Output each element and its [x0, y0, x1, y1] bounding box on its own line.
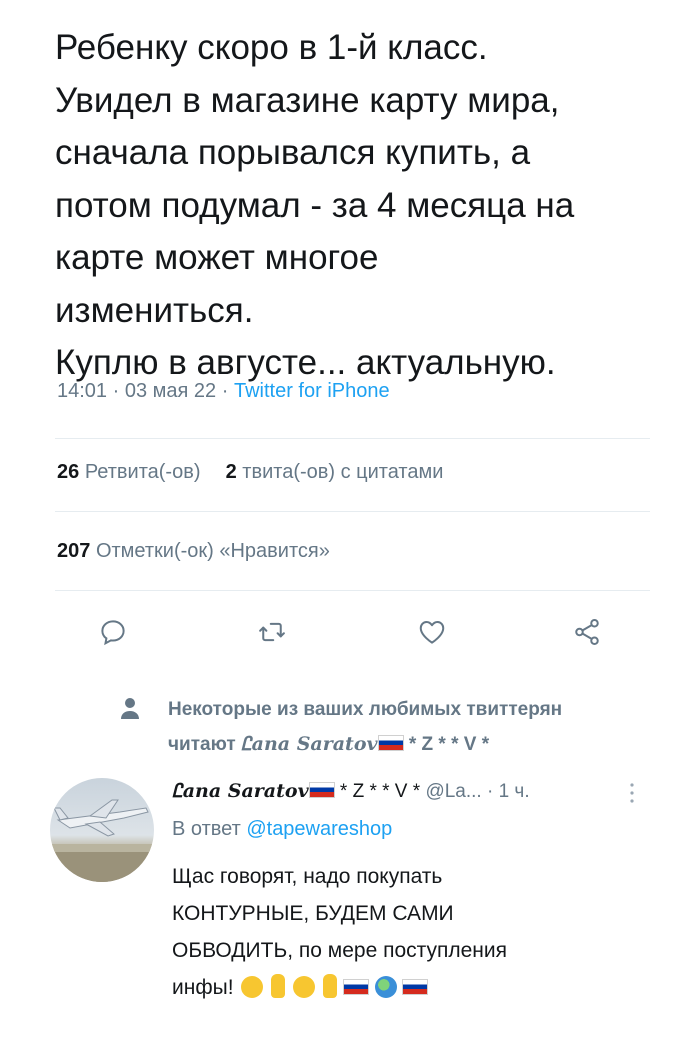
- meta-separator: ·: [221, 380, 229, 402]
- russia-flag-icon: [342, 979, 369, 995]
- reply-icon: [101, 620, 125, 646]
- reply-text: Щас говорят, надо покупать КОНТУРНЫЕ, БУ…: [172, 858, 632, 1006]
- share-icon: [575, 619, 599, 645]
- tweet-date[interactable]: 03 мая 22: [125, 380, 216, 402]
- retweet-stats: 26 Ретвита(-ов) 2 твита(-ов) с цитатами: [57, 461, 443, 484]
- airplane-icon: [50, 799, 154, 882]
- tweet-text: Ребенку скоро в 1-й класс. Увидел в мага…: [55, 22, 665, 390]
- tweet-time[interactable]: 14:01: [57, 380, 107, 402]
- divider: [55, 511, 650, 512]
- reply-header: Ꮭana Saratov * Z * * V * @La... · 1 ч.: [172, 780, 530, 803]
- tweet-text-line: Увидел в магазине карту мира,: [55, 80, 560, 120]
- reply-author-handle[interactable]: @La...: [425, 781, 481, 802]
- tweet-text-line: Ребенку скоро в 1-й класс.: [55, 28, 488, 67]
- quotes-stat[interactable]: 2 твита(-ов) с цитатами: [226, 461, 444, 483]
- heart-icon: [419, 621, 445, 644]
- tweet-text-line: потом подумал - за 4 месяца на: [55, 185, 575, 225]
- russia-flag-icon: [377, 735, 404, 751]
- tweet-source-link[interactable]: Twitter for iPhone: [234, 380, 390, 402]
- tweet-text-line: сначала порывался купить, а: [55, 133, 531, 172]
- tweet-text-line: измениться.: [55, 290, 254, 330]
- reply-text-line-last: инфы!: [172, 969, 632, 1006]
- likes-count: 207: [57, 540, 91, 562]
- social-context-prefix: читают: [168, 734, 236, 755]
- winking-face-emoji-icon: [293, 976, 316, 998]
- divider: [55, 438, 650, 439]
- pointing-up-emoji-icon: [271, 974, 286, 998]
- like-button[interactable]: [412, 612, 452, 652]
- reply-button[interactable]: [93, 612, 133, 652]
- retweets-count: 26: [57, 461, 80, 483]
- quotes-count: 2: [225, 461, 237, 483]
- person-icon: [121, 698, 139, 719]
- tweet-meta: 14:01 · 03 мая 22 · Twitter for iPhone: [57, 380, 390, 403]
- reply-to: В ответ @tapewareshop: [172, 818, 392, 841]
- thumbs-up-emoji-icon: [322, 974, 337, 998]
- divider: [55, 590, 650, 591]
- reply-to-label: В ответ: [172, 818, 241, 840]
- reply-text-line: КОНТУРНЫЕ, БУДЕМ САМИ: [172, 902, 454, 925]
- winking-face-emoji-icon: [241, 976, 264, 998]
- retweet-icon: [259, 622, 285, 642]
- globe-emoji-icon: [374, 976, 397, 998]
- avatar[interactable]: [50, 778, 154, 882]
- quotes-label: твита(-ов) с цитатами: [242, 461, 444, 483]
- reply-author-suffix: * Z * * V *: [339, 781, 421, 802]
- reply-text-line: ОБВОДИТЬ, по мере поступления: [172, 939, 507, 962]
- meta-separator: ·: [112, 380, 120, 402]
- retweet-button[interactable]: [252, 612, 292, 652]
- reply-text-line: инфы!: [172, 976, 234, 999]
- reply-text-line: Щас говорят, надо покупать: [172, 865, 443, 888]
- reply-to-handle[interactable]: @tapewareshop: [246, 818, 392, 840]
- tweet-actions: [0, 612, 700, 652]
- more-options-icon[interactable]: [628, 782, 636, 804]
- social-context-text[interactable]: Некоторые из ваших любимых твиттерян чит…: [168, 693, 668, 762]
- retweets-stat[interactable]: 26 Ретвита(-ов): [57, 461, 200, 483]
- social-context-suffix: * Z * * V *: [408, 734, 490, 755]
- likes-label: Отметки(-ок) «Нравится»: [95, 540, 330, 562]
- russia-flag-icon: [308, 782, 335, 798]
- social-context-line: Некоторые из ваших любимых твиттерян: [168, 699, 563, 720]
- reply-tweet[interactable]: Ꮭana Saratov * Z * * V * @La... · 1 ч. В…: [0, 770, 700, 1010]
- retweets-label: Ретвита(-ов): [84, 461, 201, 483]
- likes-stat[interactable]: 207 Отметки(-ок) «Нравится»: [57, 540, 330, 563]
- russia-flag-icon: [402, 979, 429, 995]
- reply-time[interactable]: · 1 ч.: [487, 781, 530, 802]
- share-button[interactable]: [567, 612, 607, 652]
- social-context-line: читают Ꮭana Saratov * Z * * V *: [168, 727, 668, 762]
- reply-author-name[interactable]: Ꮭana Saratov: [172, 780, 309, 802]
- social-context-name: Ꮭana Saratov: [240, 733, 378, 755]
- tweet-text-line: карте может многое: [55, 238, 379, 277]
